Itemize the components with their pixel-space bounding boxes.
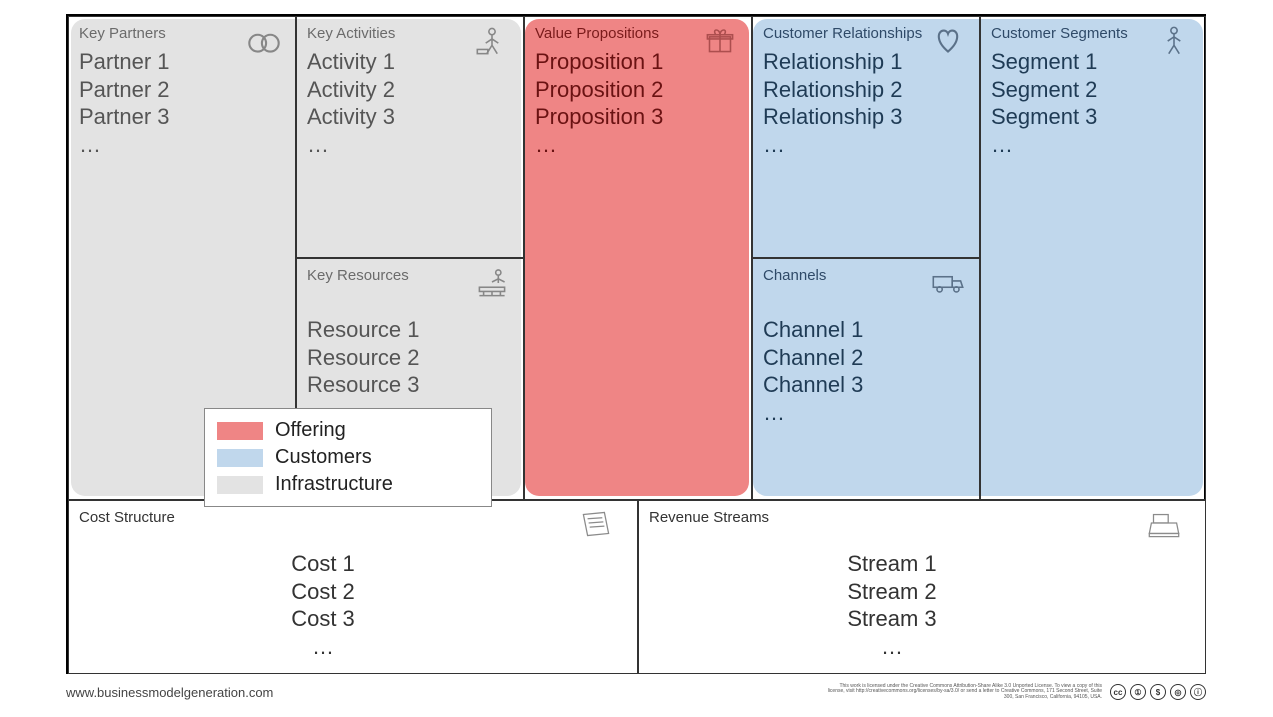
list-item: Relationship 3 <box>763 103 969 131</box>
list-item: Segment 2 <box>991 76 1195 104</box>
relationships-list: Relationship 1Relationship 2Relationship… <box>763 48 969 158</box>
legend-label: Offering <box>275 417 346 444</box>
cc-badge: ① <box>1130 684 1146 700</box>
cc-badges: cc ① $ ◎ ⓘ <box>1110 684 1206 700</box>
list-item: Partner 2 <box>79 76 285 104</box>
list-item: … <box>19 633 627 661</box>
block-title: Cost Structure <box>79 509 627 526</box>
block-value-propositions: Value Propositions Proposition 1Proposit… <box>524 16 752 500</box>
list-item: Stream 2 <box>589 578 1195 606</box>
list-item: … <box>991 131 1195 159</box>
business-model-canvas: Key Partners Partner 1Partner 2Partner 3… <box>66 14 1206 674</box>
legend-row: Offering <box>217 417 479 444</box>
list-item: Stream 3 <box>589 605 1195 633</box>
legend: Offering Customers Infrastructure <box>204 408 492 507</box>
rings-icon <box>243 23 285 57</box>
legend-label: Customers <box>275 444 372 471</box>
list-item: Resource 1 <box>307 316 513 344</box>
legend-row: Customers <box>217 444 479 471</box>
list-item: … <box>307 131 513 159</box>
pallet-icon <box>471 265 513 299</box>
value-list: Proposition 1Proposition 2Proposition 3… <box>535 48 741 158</box>
block-customer-relationships: Customer Relationships Relationship 1Rel… <box>752 16 980 258</box>
footer-right: This work is licensed under the Creative… <box>822 684 1206 701</box>
block-customer-segments: Customer Segments Segment 1Segment 2Segm… <box>980 16 1206 500</box>
list-item: … <box>589 633 1195 661</box>
list-item: Channel 2 <box>763 344 969 372</box>
legend-row: Infrastructure <box>217 471 479 498</box>
cash-register-icon <box>1143 507 1185 541</box>
license-text: This work is licensed under the Creative… <box>822 684 1102 701</box>
list-item: Channel 3 <box>763 371 969 399</box>
list-item: Cost 3 <box>19 605 627 633</box>
list-item: … <box>535 131 741 159</box>
footer: www.businessmodelgeneration.com This wor… <box>66 680 1206 704</box>
list-item: Stream 1 <box>589 550 1195 578</box>
block-revenue-streams: Revenue Streams Stream 1Stream 2Stream 3… <box>638 500 1206 674</box>
legend-label: Infrastructure <box>275 471 393 498</box>
partners-list: Partner 1Partner 2Partner 3… <box>79 48 285 158</box>
block-title: Revenue Streams <box>649 509 1195 526</box>
list-item: Resource 2 <box>307 344 513 372</box>
truck-icon <box>927 265 969 299</box>
receipt-icon <box>575 507 617 541</box>
list-item: Partner 3 <box>79 103 285 131</box>
cc-badge: ◎ <box>1170 684 1186 700</box>
cost-list: Cost 1Cost 2Cost 3… <box>19 550 627 660</box>
cc-badge: ⓘ <box>1190 684 1206 700</box>
block-cost-structure: Cost Structure Cost 1Cost 2Cost 3… <box>68 500 638 674</box>
heart-icon <box>927 23 969 57</box>
footer-url: www.businessmodelgeneration.com <box>66 685 273 700</box>
list-item: Activity 2 <box>307 76 513 104</box>
resources-list: Resource 1Resource 2Resource 3 <box>307 316 513 399</box>
cc-badge: $ <box>1150 684 1166 700</box>
list-item: Relationship 2 <box>763 76 969 104</box>
segments-list: Segment 1Segment 2Segment 3… <box>991 48 1195 158</box>
list-item: Activity 3 <box>307 103 513 131</box>
legend-swatch-infrastructure <box>217 476 263 494</box>
list-item: … <box>763 131 969 159</box>
list-item: Cost 2 <box>19 578 627 606</box>
person-icon <box>1153 23 1195 57</box>
list-item: … <box>79 131 285 159</box>
block-channels: Channels Channel 1Channel 2Channel 3… <box>752 258 980 500</box>
cc-badge: cc <box>1110 684 1126 700</box>
revenue-list: Stream 1Stream 2Stream 3… <box>589 550 1195 660</box>
list-item: Segment 3 <box>991 103 1195 131</box>
list-item: Proposition 2 <box>535 76 741 104</box>
list-item: Resource 3 <box>307 371 513 399</box>
list-item: Cost 1 <box>19 550 627 578</box>
list-item: Proposition 3 <box>535 103 741 131</box>
list-item: Channel 1 <box>763 316 969 344</box>
legend-swatch-offering <box>217 422 263 440</box>
list-item: … <box>763 399 969 427</box>
channels-list: Channel 1Channel 2Channel 3… <box>763 316 969 426</box>
gift-icon <box>699 23 741 57</box>
block-key-activities: Key Activities Activity 1Activity 2Activ… <box>296 16 524 258</box>
worker-icon <box>471 23 513 57</box>
activities-list: Activity 1Activity 2Activity 3… <box>307 48 513 158</box>
legend-swatch-customers <box>217 449 263 467</box>
